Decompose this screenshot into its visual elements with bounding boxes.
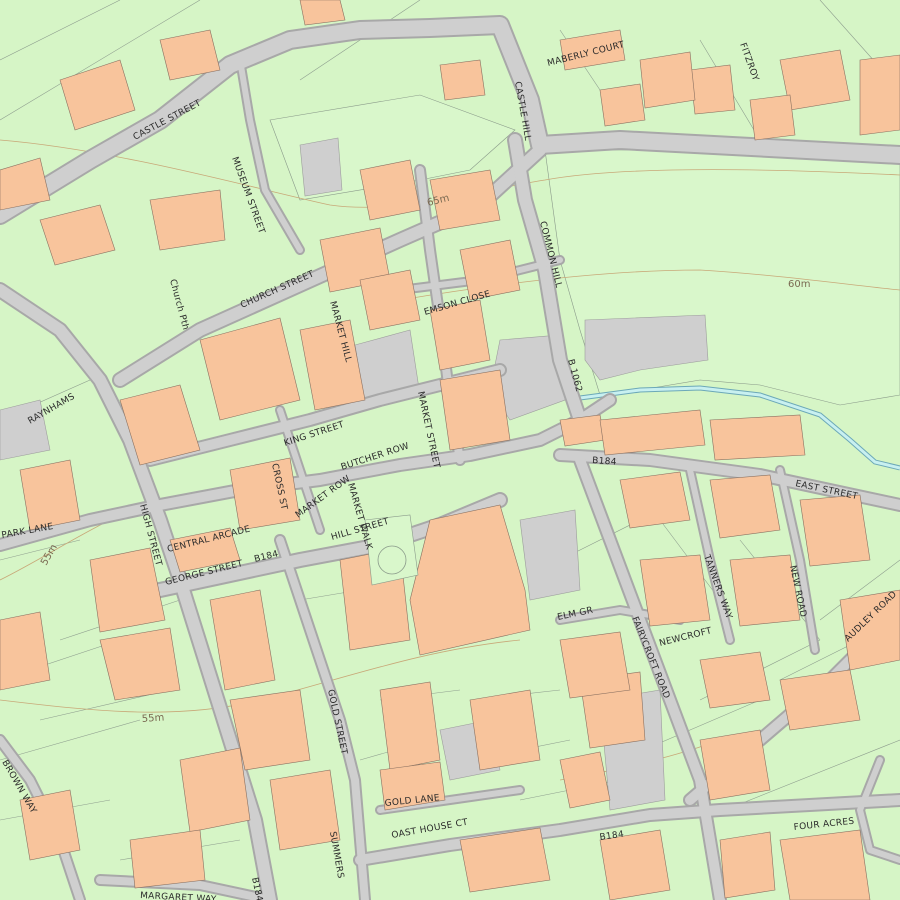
contour-label-60m: 60m (788, 279, 810, 290)
map-view[interactable]: CASTLE STREET MUSEUM STREET CHURCH STREE… (0, 0, 900, 900)
map-canvas[interactable]: CASTLE STREET MUSEUM STREET CHURCH STREE… (0, 0, 900, 900)
contour-label-55m: 55m (141, 712, 164, 725)
label-b184-east: B184 (592, 456, 617, 468)
